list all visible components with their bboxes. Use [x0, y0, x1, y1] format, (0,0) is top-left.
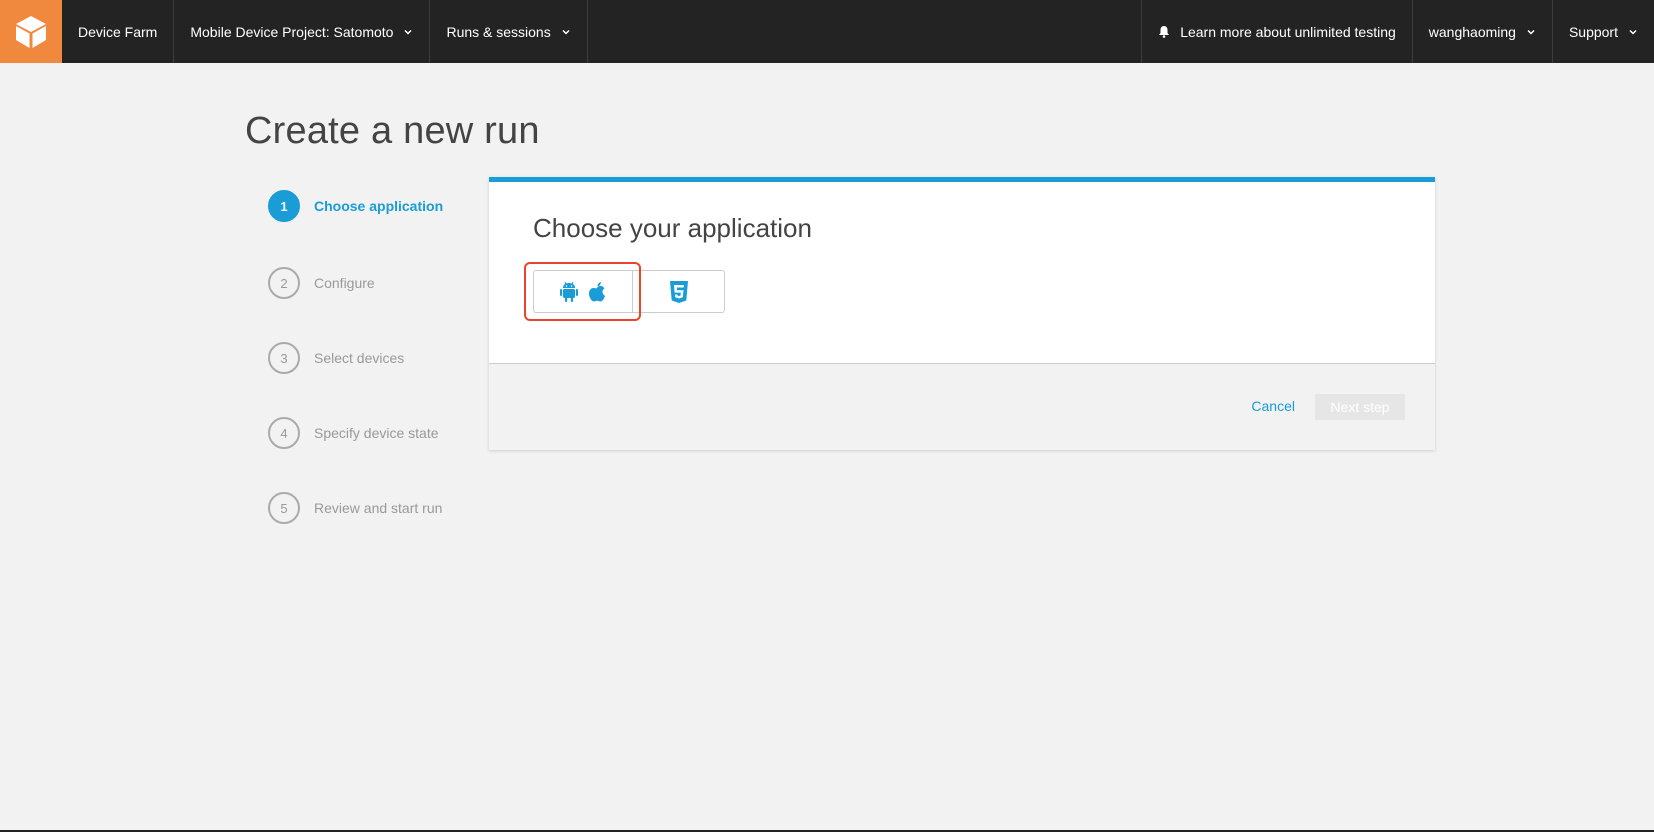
nav-support-label: Support	[1568, 23, 1618, 40]
step-specify-device-state[interactable]: 4 Specify device state	[268, 417, 439, 449]
nav-project-label: Mobile Device Project: Satomoto	[190, 23, 394, 40]
next-step-button[interactable]: Next step	[1315, 394, 1405, 420]
cancel-link[interactable]: Cancel	[1251, 398, 1295, 414]
html5-icon	[669, 280, 689, 304]
step-choose-application[interactable]: 1 Choose application	[268, 190, 443, 222]
step-label: Specify device state	[314, 425, 439, 441]
app-type-selector	[533, 270, 725, 313]
page-title: Create a new run	[245, 110, 540, 152]
step-number: 5	[268, 492, 300, 524]
nav-user-label: wanghaoming	[1428, 23, 1516, 40]
step-label: Choose application	[314, 198, 444, 214]
step-number: 3	[268, 342, 300, 374]
nav-user-dropdown[interactable]: wanghaoming	[1413, 0, 1553, 63]
panel-footer: Cancel Next step	[489, 363, 1435, 450]
nav-device-farm-label: Device Farm	[78, 23, 158, 40]
web-app-button[interactable]	[632, 270, 725, 313]
chevron-down-icon	[403, 27, 413, 37]
nav-runs-label: Runs & sessions	[446, 23, 551, 40]
apple-icon	[587, 281, 607, 303]
top-navigation: Device Farm Mobile Device Project: Satom…	[0, 0, 1654, 63]
step-label: Configure	[314, 275, 375, 291]
native-app-button[interactable]	[533, 270, 633, 313]
nav-device-farm[interactable]: Device Farm	[62, 0, 175, 63]
bell-icon	[1158, 25, 1170, 38]
nav-support-dropdown[interactable]: Support	[1553, 0, 1654, 63]
nav-learn-more-label: Learn more about unlimited testing	[1180, 23, 1396, 40]
chevron-down-icon	[561, 27, 571, 37]
step-review-and-start-run[interactable]: 5 Review and start run	[268, 492, 442, 524]
nav-project-dropdown[interactable]: Mobile Device Project: Satomoto	[174, 0, 431, 63]
nav-learn-more[interactable]: Learn more about unlimited testing	[1141, 0, 1413, 63]
step-select-devices[interactable]: 3 Select devices	[268, 342, 404, 374]
panel-title: Choose your application	[533, 213, 812, 243]
choose-application-panel: Choose your application Cancel Next step	[489, 177, 1435, 450]
chevron-down-icon	[1526, 27, 1536, 37]
step-number: 4	[268, 417, 300, 449]
step-number: 2	[268, 267, 300, 299]
step-label: Select devices	[314, 350, 405, 366]
chevron-down-icon	[1628, 27, 1638, 37]
step-configure[interactable]: 2 Configure	[268, 267, 375, 299]
step-label: Review and start run	[314, 500, 443, 516]
android-icon	[559, 281, 579, 303]
step-number: 1	[268, 190, 300, 222]
cube-logo-icon[interactable]	[0, 0, 62, 63]
nav-runs-dropdown[interactable]: Runs & sessions	[430, 0, 588, 63]
